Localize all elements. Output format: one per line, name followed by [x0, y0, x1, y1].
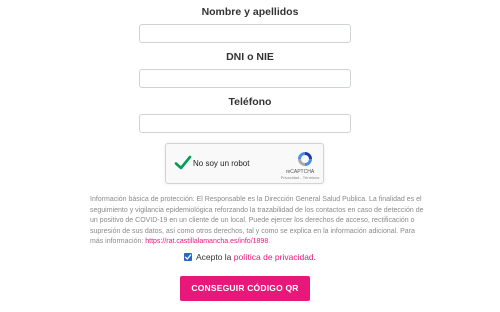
recaptcha-label: No soy un robot	[193, 159, 250, 168]
name-label: Nombre y apellidos	[201, 6, 299, 18]
consent-row: Acepto la política de privacidad.	[0, 252, 500, 262]
recaptcha-checkmark-icon[interactable]	[174, 154, 192, 172]
privacy-info-link-suffix: .	[268, 238, 271, 246]
recaptcha-widget: No soy un robot reCAPTCHA Privacidad - T…	[165, 143, 324, 184]
phone-input[interactable]	[139, 114, 351, 133]
consent-suffix: .	[313, 252, 317, 262]
privacy-info-text: Información básica de protección: El Res…	[90, 195, 430, 248]
consent-checkbox[interactable]	[183, 253, 192, 261]
dni-input[interactable]	[139, 69, 351, 88]
privacy-info-link[interactable]: https://rat.castillalamancha.es/info/189…	[145, 238, 268, 245]
phone-label: Teléfono	[228, 96, 272, 108]
consent-text: Acepto la	[195, 252, 232, 262]
checkmark-icon	[184, 254, 192, 260]
privacy-policy-link[interactable]: política de privacidad	[234, 252, 314, 262]
name-input[interactable]	[139, 24, 351, 43]
recaptcha-logo-icon	[297, 151, 313, 167]
recaptcha-terms-link[interactable]: Privacidad - Términos	[276, 175, 324, 180]
get-qr-code-button[interactable]: CONSEGUIR CÓDIGO QR	[180, 276, 310, 301]
dni-label: DNI o NIE	[226, 51, 274, 63]
